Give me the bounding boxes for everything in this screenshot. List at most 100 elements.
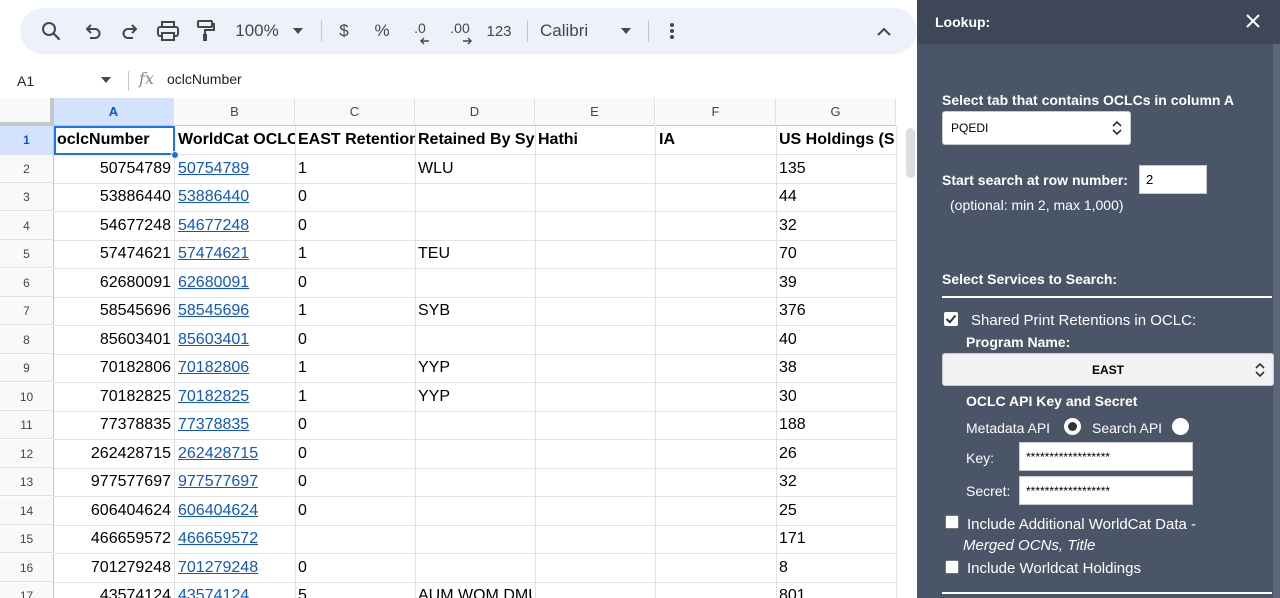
holdings-checkbox[interactable]: [945, 560, 959, 574]
table-cell[interactable]: 0: [295, 212, 416, 241]
formula-input[interactable]: oclcNumber: [167, 71, 242, 87]
undo-icon[interactable]: [80, 8, 106, 54]
select-all-corner[interactable]: [0, 98, 54, 126]
table-cell[interactable]: [656, 240, 777, 269]
worldcat-link-cell[interactable]: 77378835: [175, 411, 296, 440]
table-cell[interactable]: 977577697: [54, 468, 175, 497]
table-cell[interactable]: 38: [776, 354, 897, 383]
table-cell[interactable]: [656, 497, 777, 526]
table-cell[interactable]: [535, 155, 656, 184]
header-cell[interactable]: US Holdings (S: [776, 126, 897, 155]
table-cell[interactable]: 70: [776, 240, 897, 269]
table-cell[interactable]: 70182806: [54, 354, 175, 383]
row-header[interactable]: 15: [0, 525, 54, 553]
name-box[interactable]: A1: [0, 64, 126, 98]
header-cell[interactable]: IA: [656, 126, 777, 155]
additional-data-checkbox[interactable]: [945, 515, 959, 529]
table-cell[interactable]: 0: [295, 183, 416, 212]
table-cell[interactable]: [656, 326, 777, 355]
table-cell[interactable]: [535, 554, 656, 583]
increase-decimal-button[interactable]: .00: [448, 8, 472, 54]
header-cell[interactable]: EAST Retention: [295, 126, 416, 155]
table-cell[interactable]: 1: [295, 155, 416, 184]
row-header[interactable]: 10: [0, 383, 54, 411]
worldcat-link-cell[interactable]: 85603401: [175, 326, 296, 355]
search-api-radio[interactable]: [1172, 418, 1189, 435]
header-cell[interactable]: oclcNumber: [54, 126, 175, 155]
redo-icon[interactable]: [117, 8, 143, 54]
table-cell[interactable]: [535, 212, 656, 241]
table-cell[interactable]: 188: [776, 411, 897, 440]
table-cell[interactable]: [535, 582, 656, 598]
table-cell[interactable]: [656, 525, 777, 554]
column-header-g[interactable]: G: [776, 98, 896, 126]
table-cell[interactable]: 25: [776, 497, 897, 526]
table-cell[interactable]: 50754789: [54, 155, 175, 184]
table-cell[interactable]: 57474621: [54, 240, 175, 269]
table-cell[interactable]: [535, 240, 656, 269]
table-cell[interactable]: 0: [295, 468, 416, 497]
paint-format-icon[interactable]: [193, 8, 219, 54]
font-select[interactable]: Calibri: [540, 8, 594, 54]
table-cell[interactable]: [535, 497, 656, 526]
table-cell[interactable]: 32: [776, 468, 897, 497]
table-cell[interactable]: 30: [776, 383, 897, 412]
table-cell[interactable]: 1: [295, 383, 416, 412]
row-header[interactable]: 2: [0, 155, 54, 183]
table-cell[interactable]: [656, 411, 777, 440]
worldcat-link-cell[interactable]: 53886440: [175, 183, 296, 212]
table-cell[interactable]: [415, 497, 536, 526]
row-header[interactable]: 3: [0, 183, 54, 211]
start-row-input[interactable]: 2: [1139, 165, 1207, 194]
table-cell[interactable]: [656, 554, 777, 583]
table-cell[interactable]: [535, 525, 656, 554]
worldcat-link-cell[interactable]: 57474621: [175, 240, 296, 269]
worldcat-link-cell[interactable]: 466659572: [175, 525, 296, 554]
row-header[interactable]: 7: [0, 297, 54, 325]
table-cell[interactable]: TEU: [415, 240, 536, 269]
table-cell[interactable]: [656, 212, 777, 241]
table-cell[interactable]: [415, 269, 536, 298]
table-cell[interactable]: [656, 354, 777, 383]
worldcat-link-cell[interactable]: 701279248: [175, 554, 296, 583]
table-cell[interactable]: 135: [776, 155, 897, 184]
table-cell[interactable]: 44: [776, 183, 897, 212]
row-header[interactable]: 4: [0, 212, 54, 240]
table-cell[interactable]: 62680091: [54, 269, 175, 298]
tab-select[interactable]: PQEDI: [942, 111, 1131, 145]
row-header[interactable]: 14: [0, 497, 54, 525]
row-header[interactable]: 17: [0, 582, 54, 598]
table-cell[interactable]: 0: [295, 269, 416, 298]
column-header-d[interactable]: D: [415, 98, 535, 126]
table-cell[interactable]: 0: [295, 326, 416, 355]
table-cell[interactable]: 466659572: [54, 525, 175, 554]
table-cell[interactable]: [656, 440, 777, 469]
worldcat-link-cell[interactable]: 43574124: [175, 582, 296, 598]
table-cell[interactable]: 58545696: [54, 297, 175, 326]
column-header-a[interactable]: A: [54, 98, 174, 126]
more-options-icon[interactable]: [662, 8, 682, 54]
table-cell[interactable]: [415, 183, 536, 212]
row-header[interactable]: 13: [0, 468, 54, 496]
format-percent-button[interactable]: %: [372, 8, 392, 54]
chevron-up-icon[interactable]: [874, 8, 894, 54]
column-header-e[interactable]: E: [535, 98, 655, 126]
worldcat-link-cell[interactable]: 58545696: [175, 297, 296, 326]
table-cell[interactable]: [656, 155, 777, 184]
table-cell[interactable]: 5: [295, 582, 416, 598]
table-cell[interactable]: 0: [295, 554, 416, 583]
table-cell[interactable]: 53886440: [54, 183, 175, 212]
header-cell[interactable]: WorldCat OCLC: [175, 126, 296, 155]
row-header[interactable]: 16: [0, 554, 54, 582]
header-cell[interactable]: Retained By Sy: [415, 126, 536, 155]
table-cell[interactable]: 77378835: [54, 411, 175, 440]
program-name-select[interactable]: EAST: [942, 353, 1274, 386]
table-cell[interactable]: [656, 269, 777, 298]
shared-print-checkbox[interactable]: [944, 312, 958, 326]
row-header[interactable]: 8: [0, 326, 54, 354]
table-cell[interactable]: 801: [776, 582, 897, 598]
table-cell[interactable]: [415, 411, 536, 440]
table-cell[interactable]: [415, 212, 536, 241]
table-cell[interactable]: [535, 183, 656, 212]
table-cell[interactable]: AUM WOM DMU VZS MBR: [415, 582, 536, 598]
